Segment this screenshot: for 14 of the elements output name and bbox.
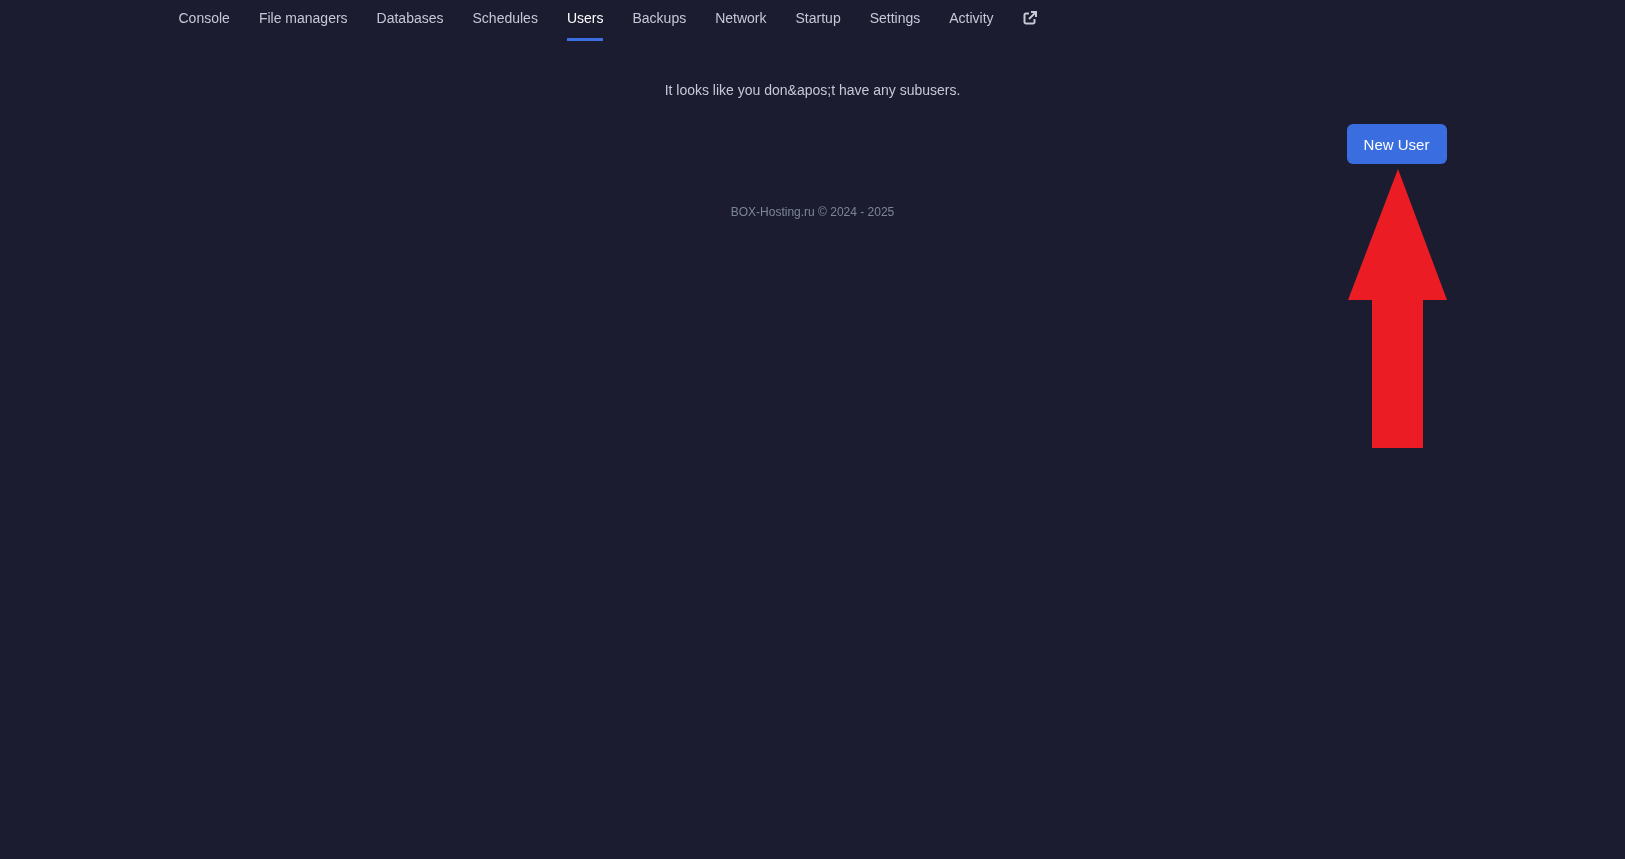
nav-tab[interactable]: Network <box>715 8 767 41</box>
nav-tab[interactable]: Settings <box>869 8 921 41</box>
nav-tab[interactable]: Schedules <box>472 8 538 41</box>
new-user-button[interactable]: New User <box>1346 124 1447 164</box>
nav-tab[interactable]: Databases <box>376 8 444 41</box>
external-link-icon[interactable] <box>1022 11 1037 25</box>
nav-tab[interactable]: Backups <box>632 8 687 41</box>
nav-tab[interactable]: File managers <box>258 8 348 41</box>
empty-state-message: It looks like you don&apos;t have any subusers. <box>663 81 962 100</box>
nav-tab[interactable]: Activity <box>949 8 994 41</box>
footer-text: BOX-Hosting.ru © 2024 - 2025 <box>729 204 896 220</box>
nav-tab[interactable]: Startup <box>795 8 841 41</box>
nav-tab[interactable]: Console <box>178 8 230 41</box>
nav-tab[interactable]: Users <box>566 8 604 41</box>
